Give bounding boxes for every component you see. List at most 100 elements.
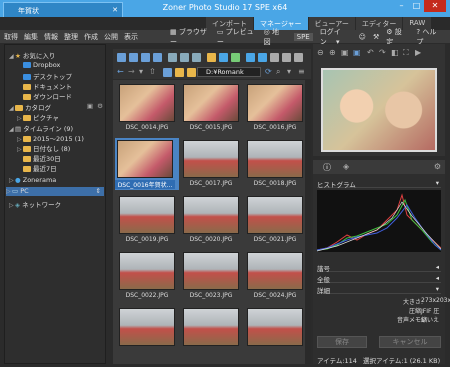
tree-timeline-2015[interactable]: ▷ 2015～2015 (1) — [17, 133, 84, 143]
rotate-left-icon[interactable]: ↶ — [367, 48, 374, 57]
view-grid-icon[interactable] — [117, 53, 126, 62]
maximize-button[interactable]: □ — [409, 0, 424, 12]
thumb-size-icon[interactable] — [192, 53, 201, 62]
tree-network[interactable]: ▷◈ ネットワーク — [9, 199, 61, 209]
filter-icon[interactable] — [168, 53, 177, 62]
thumbnail[interactable]: DSC_0023.JPG — [181, 250, 241, 302]
save-button[interactable]: 保存 — [317, 336, 367, 348]
thumbnail[interactable]: DSC_0020.JPG — [181, 194, 241, 246]
view-tiles-icon[interactable] — [153, 53, 162, 62]
upload-icon[interactable] — [246, 53, 255, 62]
menu-create[interactable]: 作成 — [84, 32, 98, 42]
menu-edit[interactable]: 編集 — [24, 32, 38, 42]
folder-icon[interactable] — [175, 68, 184, 77]
import-icon[interactable] — [219, 53, 228, 62]
add-folder-icon[interactable]: ▣ — [87, 102, 93, 110]
folder-new-icon[interactable] — [207, 53, 216, 62]
export-icon[interactable] — [258, 53, 267, 62]
slideshow-icon[interactable] — [282, 53, 291, 62]
tree-pictures[interactable]: ▷ ピクチャ — [17, 112, 59, 122]
more-icon[interactable] — [294, 53, 303, 62]
tree-last-7-days[interactable]: 最近7日 — [23, 163, 57, 173]
refresh-icon[interactable]: ⟳ — [265, 67, 272, 76]
thumbnail[interactable]: DSC_0024.JPG — [245, 250, 305, 302]
map-button[interactable]: ◎ 地図 — [264, 27, 287, 47]
tree-no-date[interactable]: ▷ 日付なし (8) — [17, 143, 70, 153]
tool-icon[interactable]: ⚒ — [373, 33, 379, 41]
favorite-folder-icon[interactable] — [187, 68, 196, 77]
tree-timeline[interactable]: ◢▤ タイムライン (9) — [9, 123, 73, 133]
folder-icon — [23, 115, 31, 121]
tree-pc[interactable]: ▷▭ PC ⇕ — [6, 187, 104, 196]
menu-view[interactable]: 表示 — [124, 32, 138, 42]
sort-icon[interactable]: ⇕ — [96, 187, 101, 195]
folder-tree-icon[interactable] — [163, 68, 172, 77]
close-window-button[interactable]: ✕ — [424, 0, 446, 12]
thumbnail[interactable]: DSC_0015.JPG — [181, 82, 241, 134]
tone-section[interactable]: 諧号 ◂ — [317, 263, 441, 273]
thumbnail[interactable] — [245, 306, 305, 358]
histogram-header[interactable]: ヒストグラム ▾ — [317, 179, 441, 189]
actual-size-icon[interactable]: ▣ — [353, 48, 361, 57]
compare-icon[interactable] — [270, 53, 279, 62]
cancel-button[interactable]: キャンセル — [379, 336, 441, 348]
tag-icon[interactable]: ◈ — [343, 162, 349, 171]
folder-icon — [23, 166, 31, 172]
thumbnail-grid: DSC_0014.JPG DSC_0015.JPG DSC_0016.JPG D… — [113, 80, 311, 364]
view-list-icon[interactable] — [141, 53, 150, 62]
fullscreen-icon[interactable]: ⛶ — [403, 48, 409, 58]
preview-image[interactable] — [321, 68, 437, 152]
thumbnail[interactable]: DSC_0018.JPG — [245, 138, 305, 190]
info-icon[interactable]: ⓘ — [323, 162, 331, 173]
thumbnail[interactable]: DSC_0022.JPG — [117, 250, 177, 302]
folder-icon — [23, 146, 31, 152]
back-arrow-icon[interactable]: ← — [117, 67, 124, 76]
gear-icon[interactable]: ⚙ — [97, 102, 103, 110]
user-icon[interactable]: ☺ — [359, 33, 366, 41]
gear-icon[interactable]: ⚙ — [434, 162, 441, 171]
general-section[interactable]: 全般 ◂ — [317, 274, 441, 284]
up-folder-icon[interactable]: ⇧ — [149, 67, 156, 76]
settings-icon[interactable]: ≡ — [298, 67, 305, 76]
rotate-right-icon[interactable]: ↷ — [379, 48, 386, 57]
view-details-icon[interactable] — [129, 53, 138, 62]
tree-catalog[interactable]: ◢ カタログ ▣ ⚙ — [9, 102, 105, 112]
thumbnail[interactable]: DSC_0019.JPG — [117, 194, 177, 246]
minimize-button[interactable]: – — [394, 0, 409, 12]
slideshow-icon[interactable]: ▶ — [415, 48, 421, 57]
tree-dropbox[interactable]: Dropbox — [23, 61, 60, 70]
thumbnail[interactable] — [181, 306, 241, 358]
scrollbar[interactable] — [305, 80, 311, 364]
path-input[interactable]: D:¥Romank — [197, 67, 261, 77]
browser-button[interactable]: ▦ ブラウザー — [170, 27, 210, 47]
fit-icon[interactable]: ▣ — [341, 48, 349, 57]
dropdown-icon[interactable]: ▾ — [139, 67, 143, 76]
detail-section[interactable]: 詳細 ▾ — [317, 285, 441, 295]
thumbnail[interactable]: DSC_0017.JPG — [181, 138, 241, 190]
thumbnail[interactable]: DSC_0016.JPG — [245, 82, 305, 134]
tree-zonerama[interactable]: ▷● Zonerama — [9, 176, 56, 185]
search-icon[interactable]: ⌕ — [276, 67, 280, 77]
tree-last-30-days[interactable]: 最近30日 — [23, 153, 61, 163]
menu-acquire[interactable]: 取得 — [4, 32, 18, 42]
menu-publish[interactable]: 公開 — [104, 32, 118, 42]
forward-arrow-icon[interactable]: → — [128, 67, 135, 76]
map-icon[interactable] — [231, 53, 240, 62]
info-tabs: ⓘ ◈ ⚙ — [313, 160, 445, 174]
tree-documents[interactable]: ドキュメント — [23, 81, 72, 91]
zoom-in-icon[interactable]: ⊕ — [329, 48, 336, 57]
thumbnail[interactable] — [117, 306, 177, 358]
sort-icon[interactable] — [180, 53, 189, 62]
tree-favorites[interactable]: ◢★ お気に入り — [9, 50, 55, 60]
thumbnail[interactable]: DSC_0014.JPG — [117, 82, 177, 134]
menu-organize[interactable]: 整理 — [64, 32, 78, 42]
zoom-out-icon[interactable]: ⊖ — [317, 48, 324, 57]
tree-downloads[interactable]: ダウンロード — [23, 91, 72, 101]
thumbnail-selected[interactable]: DSC_0016年賀状... — [115, 138, 179, 190]
menu-info[interactable]: 情報 — [44, 32, 58, 42]
thumbnail[interactable]: DSC_0021.JPG — [245, 194, 305, 246]
pin-icon[interactable]: ▾ — [287, 67, 291, 76]
flip-icon[interactable]: ◧ — [391, 48, 399, 57]
preview-button[interactable]: ▭ プレビュー — [217, 27, 257, 47]
tree-desktop[interactable]: デスクトップ — [23, 71, 72, 81]
